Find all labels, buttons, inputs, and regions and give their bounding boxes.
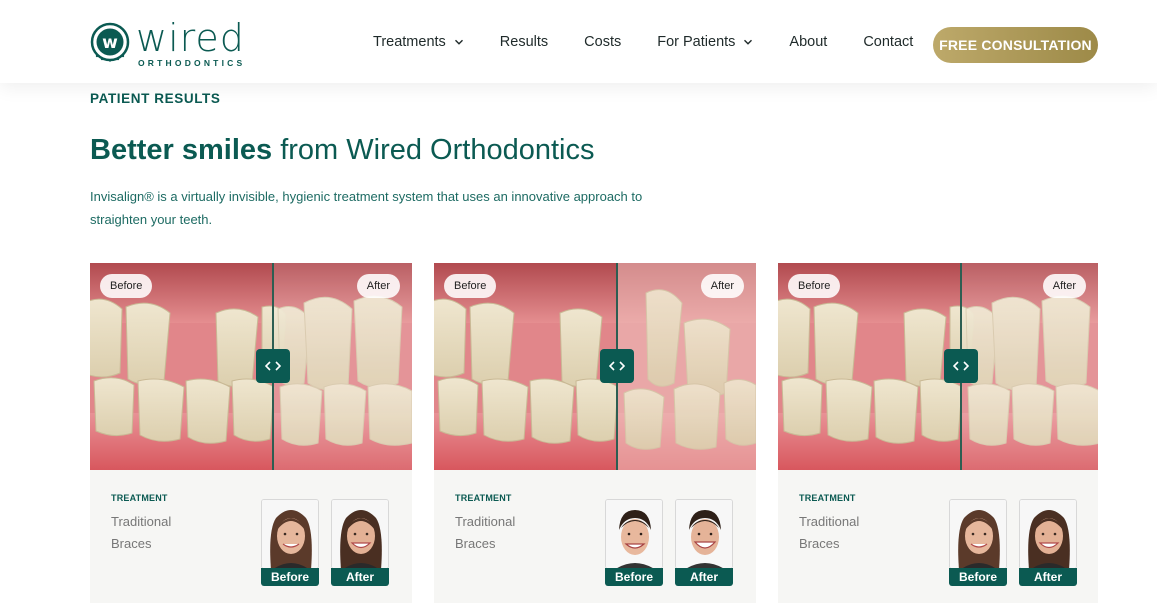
patient-after-photo [1019, 499, 1077, 569]
treatment-value: Traditional Braces [455, 514, 516, 551]
compare-arrows-icon [265, 361, 281, 371]
patient-before-photo [605, 499, 663, 569]
compare-handle[interactable] [600, 349, 634, 383]
patient-before-photo [261, 499, 319, 569]
page-title: Better smiles from Wired Orthodontics [90, 134, 594, 167]
thumb-before-tag: Before [949, 568, 1007, 586]
logo-subtitle: ORTHODONTICS [138, 58, 246, 68]
thumb-after[interactable]: After [1019, 499, 1077, 586]
treatment-label: TREATMENT [799, 493, 856, 503]
compare-arrows-icon [609, 361, 625, 371]
after-label: After [356, 274, 400, 298]
nav-item-treatments[interactable]: Treatments [373, 34, 464, 50]
nav-item-costs[interactable]: Costs [584, 34, 621, 50]
after-label: After [700, 274, 744, 298]
thumb-after-tag: After [675, 568, 733, 586]
title-strong: Better smiles [90, 134, 273, 166]
before-after-photo[interactable]: Before After [778, 263, 1098, 470]
nav-label: Costs [584, 33, 622, 50]
thumb-before-tag: Before [605, 568, 663, 586]
treatment-value: Traditional Braces [799, 514, 860, 551]
before-label: Before [444, 274, 497, 298]
treatment-value: Traditional Braces [111, 514, 172, 551]
free-consultation-button[interactable]: FREE CONSULTATION [933, 27, 1098, 63]
result-card: Before After TREATMENT Traditional Brace… [778, 263, 1098, 603]
treatment-label: TREATMENT [455, 493, 512, 503]
after-label: After [1042, 274, 1086, 298]
treatment-label: TREATMENT [111, 493, 168, 503]
logo-letter: w [102, 33, 118, 53]
title-rest: from Wired Orthodontics [280, 134, 595, 166]
nav-item-about[interactable]: About [789, 34, 827, 50]
thumb-after[interactable]: After [331, 499, 389, 586]
thumb-after-tag: After [331, 568, 389, 586]
nav-label: For Patients [657, 33, 736, 50]
result-card: Before After TREATMENT Traditional Brace… [434, 263, 756, 603]
compare-handle[interactable] [256, 349, 290, 383]
nav-item-results[interactable]: Results [500, 34, 548, 50]
before-label: Before [788, 274, 841, 298]
nav-item-contact[interactable]: Contact [863, 34, 913, 50]
result-card: Before After TREATMENT Traditional Brace… [90, 263, 412, 603]
chevron-down-icon [454, 39, 463, 45]
before-after-photo[interactable]: Before After [90, 263, 412, 470]
patient-after-photo [675, 499, 733, 569]
thumb-after-tag: After [1019, 568, 1077, 586]
section-eyebrow: PATIENT RESULTS [90, 91, 221, 106]
patient-after-photo [331, 499, 389, 569]
compare-handle[interactable] [944, 349, 978, 383]
compare-arrows-icon [953, 361, 969, 371]
thumb-before[interactable]: Before [605, 499, 663, 586]
nav-label: Treatments [373, 33, 446, 50]
nav-label: Results [499, 33, 549, 50]
nav-label: Contact [863, 33, 914, 50]
logo-mark-icon: w [90, 22, 130, 62]
thumb-after[interactable]: After [675, 499, 733, 586]
before-label: Before [100, 274, 153, 298]
thumb-before[interactable]: Before [261, 499, 319, 586]
logo-wordmark: wired [136, 16, 245, 60]
thumb-before-tag: Before [261, 568, 319, 586]
intro-text: Invisalign® is a virtually invisible, hy… [90, 189, 643, 227]
patient-before-photo [949, 499, 1007, 569]
thumb-before[interactable]: Before [949, 499, 1007, 586]
chevron-down-icon [744, 39, 753, 45]
before-after-photo[interactable]: Before After [434, 263, 756, 470]
nav-label: About [789, 33, 828, 50]
site-header: w wired ORTHODONTICS Treatments Results … [0, 0, 1157, 83]
main-nav: Treatments Results Costs For Patients Ab… [373, 0, 949, 83]
logo[interactable]: w wired ORTHODONTICS [90, 16, 250, 70]
nav-item-for-patients[interactable]: For Patients [657, 34, 753, 50]
